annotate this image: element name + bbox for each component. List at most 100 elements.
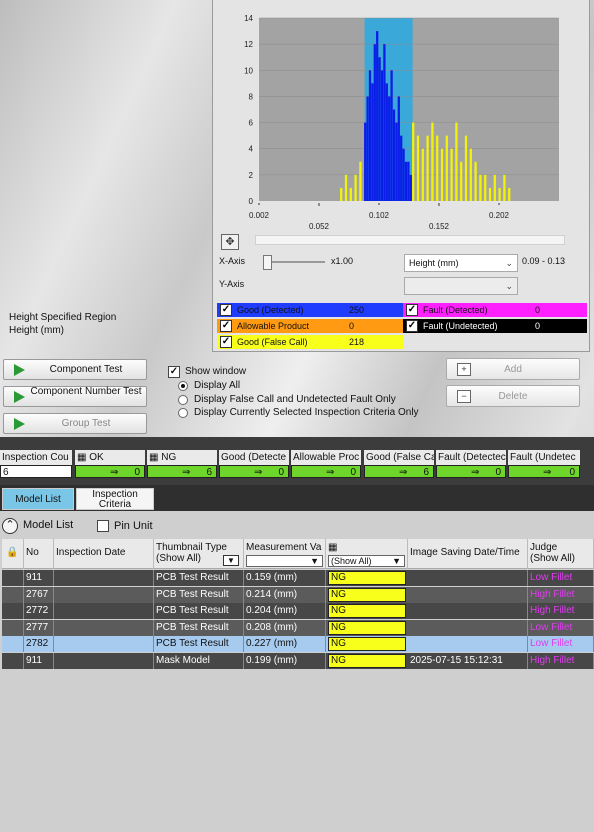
zoom-slider-thumb[interactable]: [263, 255, 272, 270]
bar-false-call: [469, 148, 472, 201]
zoom-slider-track[interactable]: [265, 261, 325, 263]
fault-undetected-count-label: Fault (Undetec: [508, 450, 580, 465]
bar-false-call: [503, 174, 506, 201]
checkbox-icon[interactable]: ✓: [220, 336, 232, 348]
header-ng[interactable]: ▦ (Show All) ▼: [326, 539, 408, 569]
bar-good-detected: [402, 148, 405, 201]
lock-icon[interactable]: 🔒: [2, 539, 24, 569]
tab-bar: Model List Inspection Criteria: [0, 485, 594, 511]
chart-scrollbar[interactable]: [255, 235, 565, 245]
bar-good-detected: [409, 174, 412, 201]
collapse-icon[interactable]: ⌃: [2, 518, 18, 534]
allowable-count-value: 0: [350, 467, 356, 478]
ok-count[interactable]: ▦ OK ⇒ 0: [75, 450, 145, 478]
bar-false-call: [460, 161, 463, 201]
component-number-test-button[interactable]: Component Number Test: [3, 386, 147, 407]
legend-fault-undetected[interactable]: ✓ Fault (Undetected) 0: [403, 319, 587, 333]
x-axis-select-value: Height (mm): [409, 258, 459, 268]
y-axis-label: Y-Axis: [219, 279, 245, 289]
add-button[interactable]: + Add: [446, 358, 580, 380]
allowable-count[interactable]: Allowable Proc ⇒ 0: [291, 450, 361, 478]
measurement-filter[interactable]: ▼: [246, 555, 323, 567]
ng-count-value: 6: [206, 467, 212, 478]
display-all-radio[interactable]: [178, 381, 188, 391]
checkbox-icon[interactable]: ✓: [220, 320, 232, 332]
zoom-fit-icon[interactable]: ✥: [221, 234, 239, 250]
checkbox-icon[interactable]: ✓: [406, 320, 418, 332]
legend-good-false-call[interactable]: ✓ Good (False Call) 218: [217, 335, 403, 349]
cell-meas: 0.227 (mm): [244, 636, 326, 652]
legend-label: Good (Detected): [237, 305, 304, 315]
tab-inspection-criteria[interactable]: Inspection Criteria: [76, 488, 154, 510]
chevron-down-icon: ▼: [310, 556, 319, 566]
cell-date: [54, 636, 154, 652]
table-row[interactable]: 2782 PCB Test Result 0.227 (mm) NG Low Fille…: [2, 636, 594, 652]
table-row[interactable]: 911 PCB Test Result 0.159 (mm) NG Low Fillet: [2, 570, 594, 586]
bar-false-call: [340, 187, 343, 201]
bar-false-call: [488, 187, 492, 201]
display-selected-radio[interactable]: [178, 408, 188, 418]
y-tick-label: 14: [244, 14, 253, 23]
cell-lock: [2, 652, 24, 669]
ok-count-value: 0: [134, 467, 140, 478]
cell-meas: 0.199 (mm): [244, 652, 326, 669]
component-test-button[interactable]: Component Test: [3, 359, 147, 380]
bar-false-call: [440, 148, 444, 201]
table-row[interactable]: 2772 PCB Test Result 0.204 (mm) NG High Fill…: [2, 603, 594, 619]
show-window-checkbox[interactable]: ✓: [168, 366, 180, 378]
header-thumbnail-label: Thumbnail Type: [156, 542, 227, 553]
ng-count[interactable]: ▦ NG ⇒ 6: [147, 450, 217, 478]
legend-value: 250: [349, 305, 365, 315]
legend-good-detected[interactable]: ✓ Good (Detected) 250: [217, 303, 403, 317]
header-thumbnail-sub: (Show All): [156, 553, 202, 564]
table-row[interactable]: 2767 PCB Test Result 0.214 (mm) NG High Fill…: [2, 586, 594, 603]
ng-filter[interactable]: (Show All) ▼: [328, 555, 405, 567]
x-axis-select[interactable]: Height (mm) ⌄: [404, 254, 518, 272]
x-tick-label: 0.102: [369, 211, 390, 220]
legend-fault-detected[interactable]: ✓ Fault (Detected) 0: [403, 303, 587, 317]
histogram-chart: 14 12 10 8 6 4 2 0 0.002 0.102 0.202 0.052 0.152: [244, 14, 559, 231]
bar-false-call: [421, 148, 424, 201]
good-false-count[interactable]: Good (False Ca ⇒ 6: [364, 450, 434, 478]
fault-detected-count[interactable]: Fault (Detectec ⇒ 0: [436, 450, 506, 478]
bar-false-call: [474, 161, 477, 201]
group-test-button[interactable]: Group Test: [3, 413, 147, 434]
table-header: 🔒 No Inspection Date Thumbnail Type (Sho…: [2, 539, 594, 569]
pin-unit-label: Pin Unit: [114, 520, 153, 532]
cell-judge: Low Fillet: [528, 636, 594, 652]
pin-unit-checkbox[interactable]: [97, 520, 109, 532]
zoom-value: x1.00: [331, 256, 354, 266]
y-axis-select[interactable]: ⌄: [404, 277, 518, 295]
header-measurement[interactable]: Measurement Va ▼: [244, 539, 326, 569]
filter-dropdown-icon[interactable]: ▼: [223, 555, 239, 566]
tab-model-list[interactable]: Model List: [2, 488, 74, 510]
legend-allowable[interactable]: ✓ Allowable Product 0: [217, 319, 403, 333]
legend-label: Allowable Product: [237, 321, 310, 331]
cell-date: [54, 603, 154, 619]
display-false-radio[interactable]: [178, 395, 188, 405]
bar-good-detected: [400, 135, 403, 201]
cell-date: [54, 619, 154, 636]
fault-undetected-count[interactable]: Fault (Undetec ⇒ 0: [508, 450, 580, 478]
cell-thumb: PCB Test Result: [154, 619, 244, 636]
checkbox-icon[interactable]: ✓: [220, 304, 232, 316]
checkbox-icon[interactable]: ✓: [406, 304, 418, 316]
play-icon: [14, 391, 25, 403]
header-judge[interactable]: Judge (Show All): [528, 539, 594, 569]
header-image-saving[interactable]: Image Saving Date/Time: [408, 539, 528, 569]
bar-false-call: [354, 174, 357, 201]
table-row[interactable]: 2777 PCB Test Result 0.208 (mm) NG Low Fille…: [2, 619, 594, 636]
display-false-label: Display False Call and Undetected Fault …: [194, 394, 396, 405]
delete-button[interactable]: − Delete: [446, 385, 580, 407]
header-thumbnail-type[interactable]: Thumbnail Type (Show All) ▼: [154, 539, 244, 569]
table-row[interactable]: 911 Mask Model 0.199 (mm) NG 2025-07-15 15:1…: [2, 652, 594, 669]
legend-label: Fault (Undetected): [423, 321, 498, 331]
good-detected-count[interactable]: Good (Detecte ⇒ 0: [219, 450, 289, 478]
cell-saving: [408, 619, 528, 636]
bar-false-call: [344, 174, 348, 201]
good-detected-count-value: 0: [278, 467, 284, 478]
header-inspection-date[interactable]: Inspection Date: [54, 539, 154, 569]
cell-meas: 0.214 (mm): [244, 586, 326, 603]
cell-ng: NG: [328, 653, 406, 668]
header-no[interactable]: No: [24, 539, 54, 569]
